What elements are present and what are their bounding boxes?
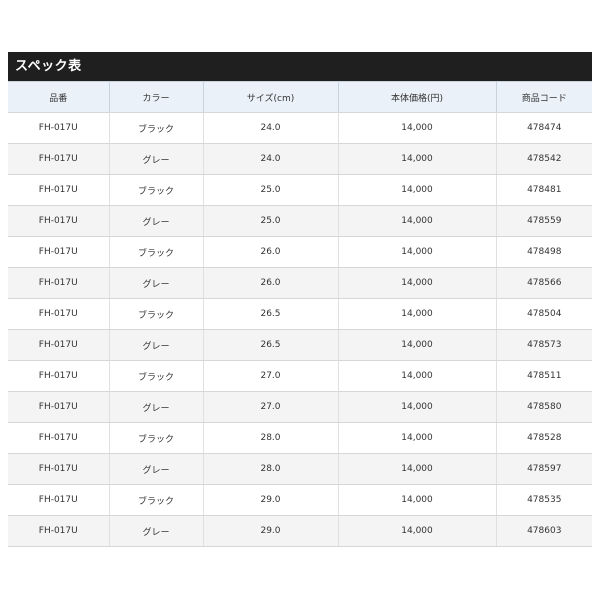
cell-price: 14,000 <box>337 236 496 268</box>
spec-title: スペック表 <box>8 52 592 81</box>
cell-product-code: 478498 <box>495 236 592 268</box>
cell-size: 29.0 <box>202 484 338 516</box>
cell-size: 27.0 <box>202 360 338 392</box>
cell-color: ブラック <box>108 422 203 454</box>
spec-table: 品番 カラー サイズ(cm) 本体価格(円) 商品コード FH-017U ブラック… <box>8 81 592 547</box>
cell-part-number: FH-017U <box>8 422 109 454</box>
cell-product-code: 478580 <box>495 391 592 423</box>
cell-size: 28.0 <box>202 422 338 454</box>
header-row: 品番 カラー サイズ(cm) 本体価格(円) 商品コード <box>8 81 592 113</box>
cell-size: 24.0 <box>202 143 338 175</box>
table-row: FH-017U ブラック 29.0 14,000 478535 <box>8 484 592 516</box>
cell-color: グレー <box>108 391 203 423</box>
cell-price: 14,000 <box>337 143 496 175</box>
cell-price: 14,000 <box>337 298 496 330</box>
cell-part-number: FH-017U <box>8 360 109 392</box>
cell-price: 14,000 <box>337 484 496 516</box>
column-header-size: サイズ(cm) <box>202 81 338 113</box>
cell-product-code: 478597 <box>495 453 592 485</box>
cell-size: 24.0 <box>202 112 338 144</box>
cell-size: 28.0 <box>202 453 338 485</box>
cell-size: 27.0 <box>202 391 338 423</box>
cell-size: 26.0 <box>202 267 338 299</box>
cell-size: 25.0 <box>202 174 338 206</box>
cell-color: ブラック <box>108 112 203 144</box>
cell-product-code: 478566 <box>495 267 592 299</box>
spec-table-body: FH-017U ブラック 24.0 14,000 478474 FH-017U グレー 24.… <box>8 112 592 547</box>
cell-size: 26.0 <box>202 236 338 268</box>
cell-part-number: FH-017U <box>8 329 109 361</box>
cell-part-number: FH-017U <box>8 205 109 237</box>
cell-product-code: 478511 <box>495 360 592 392</box>
cell-color: グレー <box>108 205 203 237</box>
spec-panel: スペック表 品番 カラー サイズ(cm) 本体価格(円) 商品コード FH-01… <box>8 52 592 547</box>
table-row: FH-017U グレー 25.0 14,000 478559 <box>8 205 592 237</box>
cell-product-code: 478528 <box>495 422 592 454</box>
cell-price: 14,000 <box>337 515 496 547</box>
cell-size: 26.5 <box>202 329 338 361</box>
cell-price: 14,000 <box>337 391 496 423</box>
cell-product-code: 478481 <box>495 174 592 206</box>
cell-size: 29.0 <box>202 515 338 547</box>
cell-price: 14,000 <box>337 329 496 361</box>
table-row: FH-017U グレー 24.0 14,000 478542 <box>8 143 592 175</box>
cell-part-number: FH-017U <box>8 236 109 268</box>
table-row: FH-017U ブラック 24.0 14,000 478474 <box>8 112 592 144</box>
cell-product-code: 478474 <box>495 112 592 144</box>
cell-part-number: FH-017U <box>8 143 109 175</box>
cell-color: グレー <box>108 143 203 175</box>
column-header-part-number: 品番 <box>8 81 109 113</box>
cell-part-number: FH-017U <box>8 174 109 206</box>
cell-color: ブラック <box>108 298 203 330</box>
cell-color: グレー <box>108 267 203 299</box>
cell-part-number: FH-017U <box>8 484 109 516</box>
cell-product-code: 478559 <box>495 205 592 237</box>
cell-price: 14,000 <box>337 112 496 144</box>
table-row: FH-017U ブラック 26.5 14,000 478504 <box>8 298 592 330</box>
cell-part-number: FH-017U <box>8 453 109 485</box>
table-row: FH-017U ブラック 28.0 14,000 478528 <box>8 422 592 454</box>
cell-price: 14,000 <box>337 453 496 485</box>
cell-product-code: 478542 <box>495 143 592 175</box>
cell-product-code: 478603 <box>495 515 592 547</box>
table-row: FH-017U ブラック 26.0 14,000 478498 <box>8 236 592 268</box>
cell-color: ブラック <box>108 360 203 392</box>
cell-color: ブラック <box>108 236 203 268</box>
cell-part-number: FH-017U <box>8 267 109 299</box>
table-row: FH-017U グレー 29.0 14,000 478603 <box>8 515 592 547</box>
cell-price: 14,000 <box>337 422 496 454</box>
cell-color: ブラック <box>108 174 203 206</box>
cell-size: 26.5 <box>202 298 338 330</box>
table-row: FH-017U ブラック 25.0 14,000 478481 <box>8 174 592 206</box>
column-header-price: 本体価格(円) <box>337 81 496 113</box>
cell-part-number: FH-017U <box>8 391 109 423</box>
table-row: FH-017U グレー 26.0 14,000 478566 <box>8 267 592 299</box>
cell-part-number: FH-017U <box>8 515 109 547</box>
cell-price: 14,000 <box>337 205 496 237</box>
cell-color: グレー <box>108 515 203 547</box>
cell-color: ブラック <box>108 484 203 516</box>
cell-product-code: 478504 <box>495 298 592 330</box>
cell-price: 14,000 <box>337 360 496 392</box>
cell-color: グレー <box>108 329 203 361</box>
table-row: FH-017U グレー 28.0 14,000 478597 <box>8 453 592 485</box>
cell-part-number: FH-017U <box>8 298 109 330</box>
cell-product-code: 478535 <box>495 484 592 516</box>
cell-color: グレー <box>108 453 203 485</box>
table-row: FH-017U ブラック 27.0 14,000 478511 <box>8 360 592 392</box>
table-row: FH-017U グレー 27.0 14,000 478580 <box>8 391 592 423</box>
cell-part-number: FH-017U <box>8 112 109 144</box>
cell-product-code: 478573 <box>495 329 592 361</box>
column-header-product-code: 商品コード <box>495 81 592 113</box>
table-row: FH-017U グレー 26.5 14,000 478573 <box>8 329 592 361</box>
cell-price: 14,000 <box>337 174 496 206</box>
column-header-color: カラー <box>108 81 203 113</box>
cell-size: 25.0 <box>202 205 338 237</box>
cell-price: 14,000 <box>337 267 496 299</box>
